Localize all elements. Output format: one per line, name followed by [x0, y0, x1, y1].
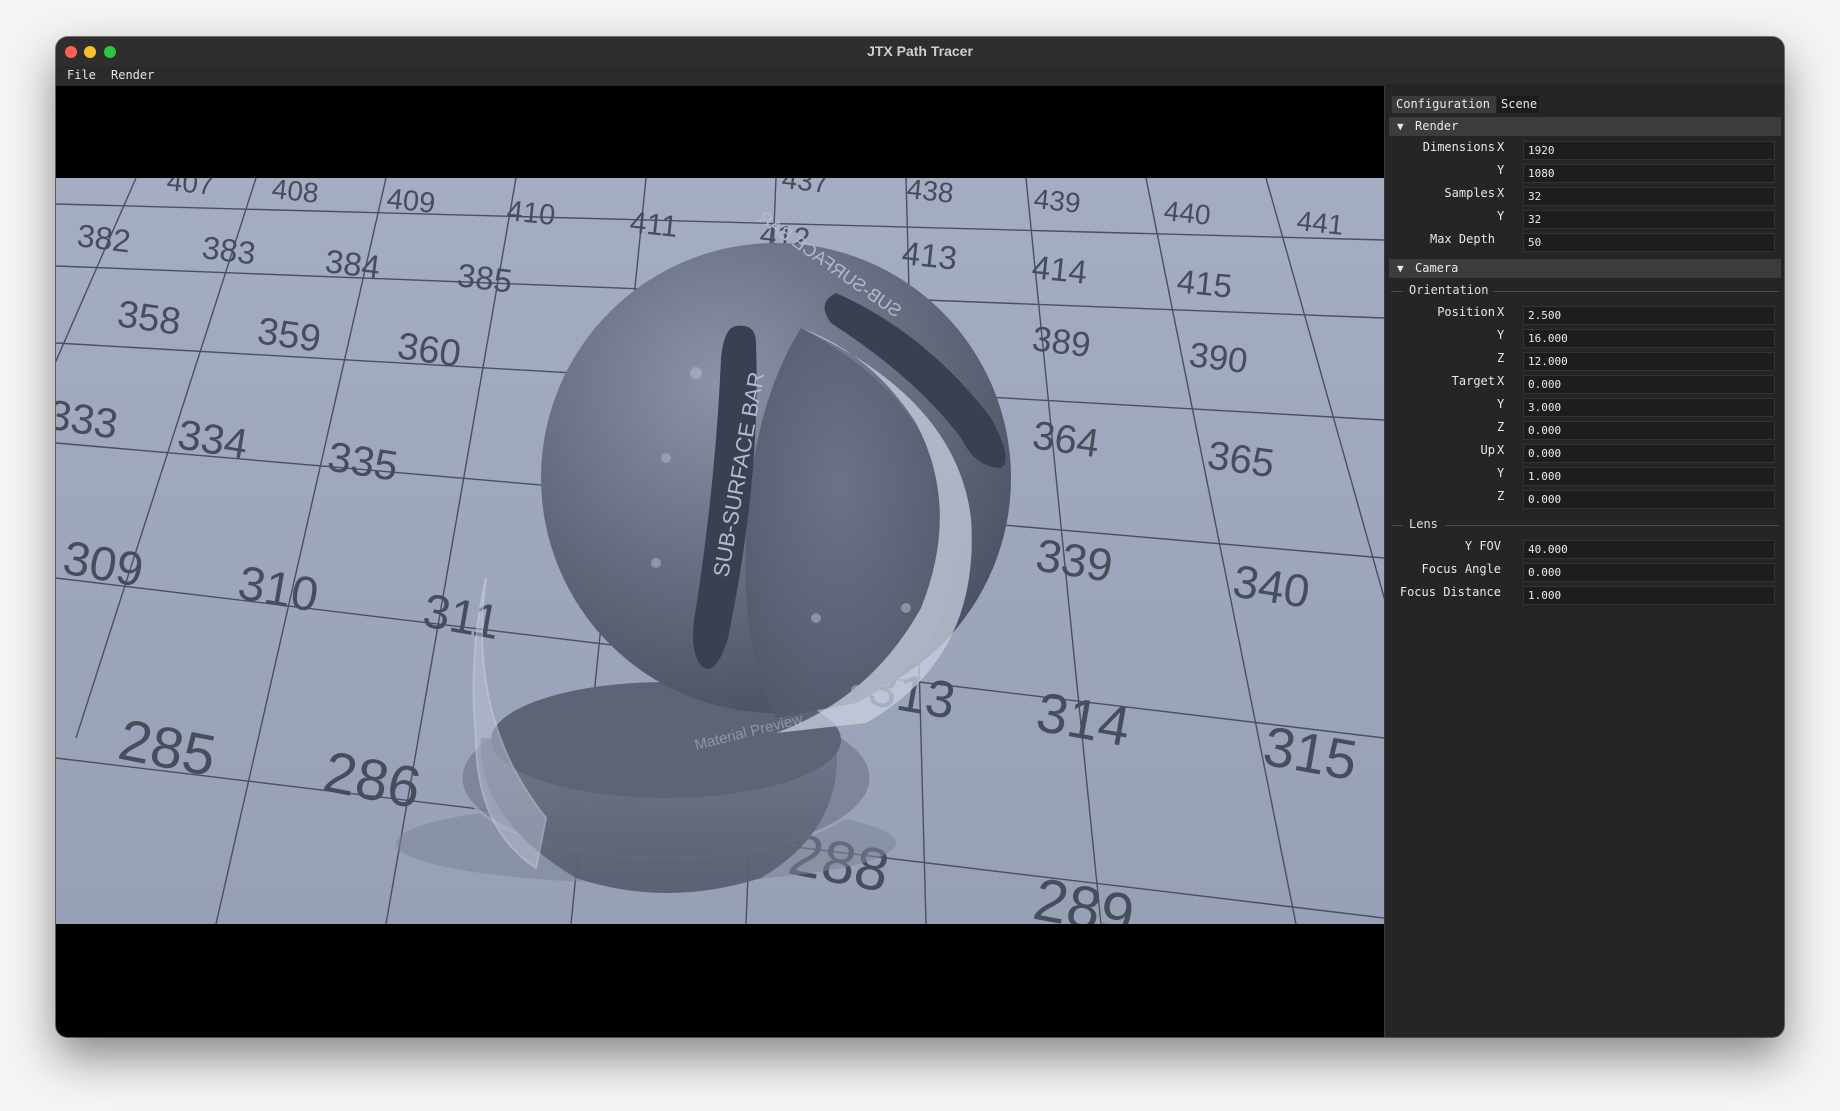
dimensions-label: Dimensions — [1422, 140, 1495, 154]
tile-number: 309 — [59, 532, 147, 598]
tile-number: 364 — [1030, 413, 1102, 466]
tile-number: 407 — [165, 178, 215, 201]
position-z-field[interactable] — [1523, 352, 1775, 371]
focus-distance-field[interactable] — [1523, 586, 1775, 605]
up-y-field[interactable] — [1523, 467, 1775, 486]
tile-number: 410 — [505, 195, 556, 232]
material-preview-object: Material Preview SUB-SURFACE BAR SUB-SUR… — [396, 207, 1011, 893]
up-z-field[interactable] — [1523, 490, 1775, 509]
axis-z-label: Z — [1497, 489, 1505, 503]
tile-number: 358 — [115, 293, 184, 343]
tile-number: 311 — [419, 585, 504, 650]
axis-z-label: Z — [1497, 351, 1505, 365]
tile-number: 389 — [1030, 319, 1093, 365]
up-label: Up — [1480, 443, 1495, 457]
orientation-label: Orientation — [1409, 283, 1489, 297]
tile-number: 315 — [1259, 714, 1362, 792]
target-x-field[interactable] — [1523, 375, 1775, 394]
target-z-field[interactable] — [1523, 421, 1775, 440]
camera-section-label: Camera — [1415, 261, 1459, 275]
position-label: Position — [1437, 305, 1495, 319]
tab-configuration[interactable]: Configuration — [1392, 96, 1496, 113]
tile-number: 438 — [905, 178, 955, 209]
axis-x-label: X — [1497, 140, 1505, 154]
dimensions-y-field[interactable] — [1523, 164, 1775, 183]
app-window: JTX Path Tracer File Render 407 408 409 … — [56, 37, 1784, 1037]
tile-number: 382 — [75, 217, 132, 259]
dimensions-x-field[interactable] — [1523, 141, 1775, 160]
tile-number: 365 — [1205, 433, 1277, 486]
tile-number: 384 — [323, 242, 382, 285]
target-y-field[interactable] — [1523, 398, 1775, 417]
menu-render[interactable]: Render — [111, 68, 154, 82]
axis-x-label: X — [1497, 374, 1505, 388]
tile-number: 415 — [1175, 262, 1234, 305]
tile-number: 333 — [56, 390, 121, 447]
tile-number: 289 — [1029, 865, 1140, 924]
camera-section-header[interactable]: ▼ Camera — [1389, 259, 1781, 278]
tile-number: 411 — [628, 206, 679, 244]
tile-number: 437 — [780, 178, 830, 199]
axis-y-label: Y — [1497, 209, 1505, 223]
tile-number: 285 — [114, 707, 221, 789]
collapse-arrow-icon: ▼ — [1397, 262, 1404, 275]
settings-panel: Configuration Scene ▼ Render Dimensions … — [1384, 86, 1784, 1037]
tile-number: 409 — [385, 183, 436, 220]
tile-number: 360 — [395, 325, 464, 375]
window-title: JTX Path Tracer — [867, 43, 973, 59]
rendered-scene: 407 408 409 410 411 412 437 438 439 440 … — [56, 178, 1384, 924]
tile-number: 310 — [234, 557, 322, 623]
render-viewport: 407 408 409 410 411 412 437 438 439 440 … — [56, 86, 1384, 1037]
position-x-field[interactable] — [1523, 306, 1775, 325]
samples-x-field[interactable] — [1523, 187, 1775, 206]
focus-angle-label: Focus Angle — [1421, 562, 1501, 576]
menu-file[interactable]: File — [67, 68, 96, 82]
focus-angle-field[interactable] — [1523, 563, 1775, 582]
tab-scene[interactable]: Scene — [1497, 96, 1539, 113]
tile-number: 383 — [200, 229, 257, 271]
tile-number: 340 — [1229, 555, 1313, 618]
orientation-separator: Orientation — [1391, 283, 1779, 300]
lens-separator: Lens — [1391, 517, 1779, 534]
samples-y-field[interactable] — [1523, 210, 1775, 229]
tile-number: 335 — [325, 432, 402, 489]
axis-y-label: Y — [1497, 163, 1505, 177]
tile-number: 440 — [1162, 195, 1212, 231]
target-label: Target — [1451, 374, 1495, 388]
axis-y-label: Y — [1497, 397, 1505, 411]
tile-number: 408 — [270, 178, 320, 209]
rendered-image: 407 408 409 410 411 412 437 438 439 440 … — [56, 178, 1384, 924]
axis-x-label: X — [1497, 443, 1505, 457]
yfov-label: Y FOV — [1464, 539, 1501, 553]
tile-number: 334 — [175, 410, 252, 467]
tile-number: 390 — [1187, 335, 1250, 381]
render-section-header[interactable]: ▼ Render — [1389, 117, 1781, 136]
axis-y-label: Y — [1497, 328, 1505, 342]
lens-label: Lens — [1409, 517, 1438, 531]
max-depth-label: Max Depth — [1429, 232, 1495, 246]
axis-x-label: X — [1497, 305, 1505, 319]
menu-bar: File Render — [56, 66, 1784, 86]
focus-distance-label: Focus Distance — [1399, 585, 1501, 599]
axis-y-label: Y — [1497, 466, 1505, 480]
render-section-label: Render — [1415, 119, 1459, 133]
position-y-field[interactable] — [1523, 329, 1775, 348]
tile-number: 359 — [255, 310, 324, 360]
max-depth-field[interactable] — [1523, 233, 1775, 252]
tile-number: 314 — [1032, 680, 1135, 758]
axis-x-label: X — [1497, 186, 1505, 200]
tile-number: 441 — [1295, 205, 1345, 241]
title-bar: JTX Path Tracer — [56, 37, 1784, 67]
collapse-arrow-icon: ▼ — [1397, 120, 1404, 133]
tile-number: 286 — [319, 739, 426, 821]
tile-number: 439 — [1032, 183, 1082, 219]
yfov-field[interactable] — [1523, 540, 1775, 559]
axis-z-label: Z — [1497, 420, 1505, 434]
tile-number: 385 — [455, 256, 514, 299]
tile-number: 339 — [1032, 529, 1116, 592]
samples-label: Samples — [1444, 186, 1495, 200]
up-x-field[interactable] — [1523, 444, 1775, 463]
tile-number: 413 — [900, 234, 959, 277]
tile-number: 414 — [1030, 248, 1089, 291]
